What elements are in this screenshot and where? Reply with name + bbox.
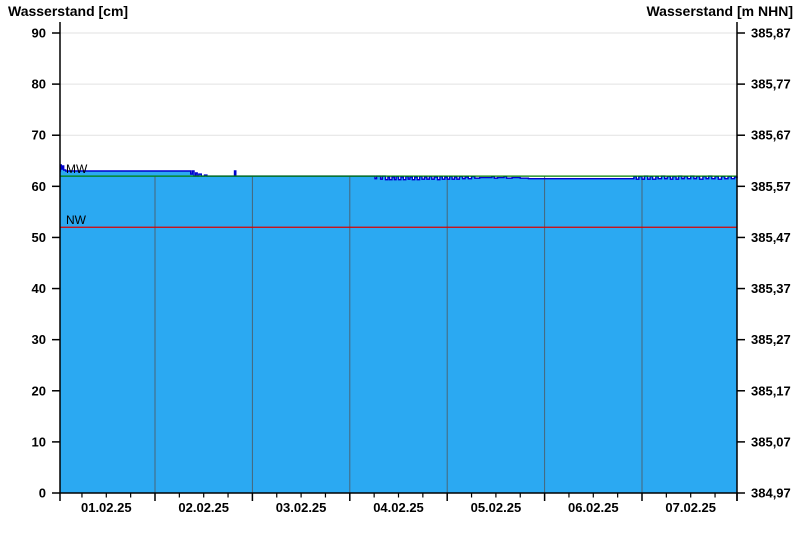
x-tick-label: 03.02.25: [276, 500, 327, 515]
nw-label: NW: [66, 213, 87, 227]
chart-canvas: 0 384,97 10 385,07 20 385,17 30 385,27 40 385,37 5…: [32, 22, 791, 515]
y-tick-label-left: 80: [32, 77, 46, 92]
y-tick-label-right: 385,47: [751, 230, 791, 245]
y-tick-label-left: 60: [32, 179, 46, 194]
water-level-chart: Wasserstand [cm] Wasserstand [m NHN] 0 38…: [0, 0, 800, 550]
y-tick-label-left: 10: [32, 434, 46, 449]
x-tick-label: 01.02.25: [81, 500, 132, 515]
mw-label: MW: [66, 162, 88, 176]
y-tick-label-right: 385,17: [751, 383, 791, 398]
y-tick-label-right: 385,77: [751, 77, 791, 92]
x-tick-label: 02.02.25: [178, 500, 229, 515]
y-tick-label-left: 20: [32, 383, 46, 398]
y-tick-label-right: 385,67: [751, 128, 791, 143]
water-area: [60, 164, 737, 493]
y-tick-label-left: 0: [39, 486, 46, 501]
y-tick-label-right: 385,07: [751, 434, 791, 449]
y-tick-label-left: 90: [32, 26, 46, 41]
x-tick-label: 04.02.25: [373, 500, 424, 515]
x-tick-label: 07.02.25: [665, 500, 716, 515]
y-tick-label-right: 385,87: [751, 26, 791, 41]
y-tick-label-right: 385,27: [751, 332, 791, 347]
y-tick-label-right: 385,37: [751, 281, 791, 296]
x-tick-label: 06.02.25: [568, 500, 619, 515]
y-tick-label-right: 384,97: [751, 486, 791, 501]
y-tick-label-left: 50: [32, 230, 46, 245]
y-tick-label-left: 30: [32, 332, 46, 347]
y-tick-label-left: 70: [32, 128, 46, 143]
y-tick-label-left: 40: [32, 281, 46, 296]
x-tick-label: 05.02.25: [471, 500, 522, 515]
y-tick-label-right: 385,57: [751, 179, 791, 194]
